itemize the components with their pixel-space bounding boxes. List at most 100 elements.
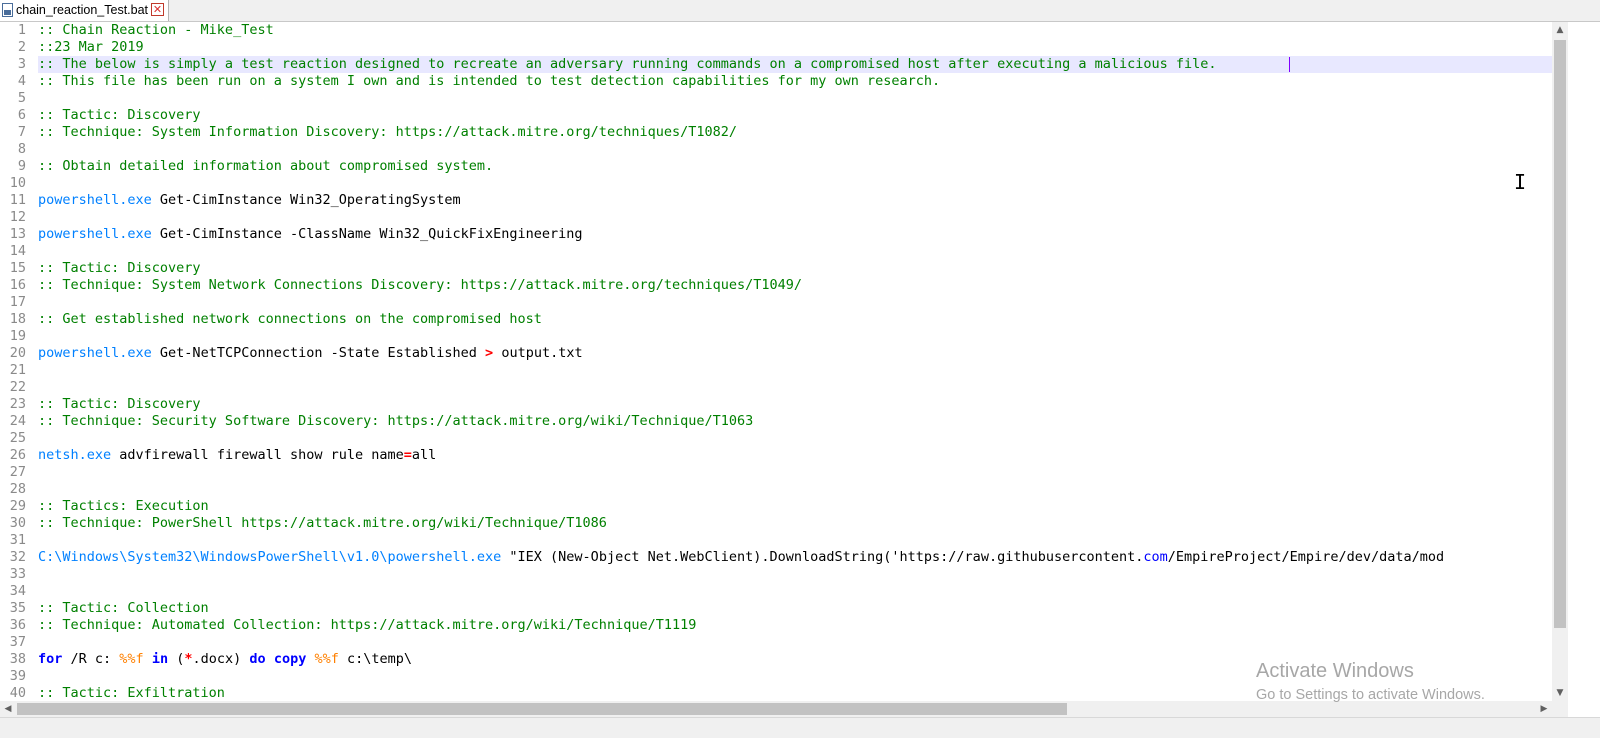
code-token: :: The below is simply a test reaction d… xyxy=(38,56,1217,72)
code-line[interactable] xyxy=(38,566,1552,583)
code-token: :: Get established network connections o… xyxy=(38,311,542,327)
code-line[interactable] xyxy=(38,481,1552,498)
code-line[interactable] xyxy=(38,532,1552,549)
code-line[interactable]: powershell.exe Get-CimInstance Win32_Ope… xyxy=(38,192,1552,209)
line-number: 6 xyxy=(17,107,26,123)
code-token: "IEX (New-Object Net.WebClient).Download… xyxy=(501,549,1144,565)
code-token: :: Tactic: Discovery xyxy=(38,260,201,276)
code-token: Get-CimInstance -ClassName Win32_QuickFi… xyxy=(151,226,583,242)
code-token: in xyxy=(151,651,169,667)
line-number: 27 xyxy=(9,464,26,480)
line-number: 16 xyxy=(9,277,26,293)
line-number: 20 xyxy=(9,345,26,361)
line-number: 3 xyxy=(17,56,26,72)
code-token: powershell.exe xyxy=(38,226,152,242)
code-token: do xyxy=(249,651,266,667)
code-line[interactable]: C:\Windows\System32\WindowsPowerShell\v1… xyxy=(38,549,1552,566)
code-line[interactable] xyxy=(38,243,1552,260)
close-tab-icon[interactable]: ✕ xyxy=(151,3,164,16)
line-number: 12 xyxy=(9,209,26,225)
code-line[interactable]: :: Technique: Automated Collection: http… xyxy=(38,617,1552,634)
code-token: :: Technique: Automated Collection: http… xyxy=(38,617,697,633)
code-line[interactable] xyxy=(38,634,1552,651)
watermark-title: Activate Windows xyxy=(1256,660,1414,682)
code-line[interactable] xyxy=(38,175,1552,192)
code-line[interactable]: powershell.exe Get-CimInstance -ClassNam… xyxy=(38,226,1552,243)
line-number: 1 xyxy=(17,22,26,38)
code-line[interactable]: :: Tactic: Discovery xyxy=(38,396,1552,413)
code-token: %%f xyxy=(119,651,144,667)
line-number: 29 xyxy=(9,498,26,514)
code-line[interactable] xyxy=(38,294,1552,311)
scroll-up-arrow-icon[interactable]: ▲ xyxy=(1552,22,1568,38)
tab-file[interactable]: chain_reaction_Test.bat ✕ xyxy=(0,0,169,21)
code-line[interactable]: :: Technique: System Network Connections… xyxy=(38,277,1552,294)
scroll-right-arrow-icon[interactable]: ▶ xyxy=(1536,701,1552,717)
code-line[interactable] xyxy=(38,583,1552,600)
line-number: 4 xyxy=(17,73,26,89)
code-editor[interactable]: 1 2 3 4 5 6 7 8 9 10 11 12 13 14 15 16 17 18 19 20 21 22 23 24 2… xyxy=(0,22,1552,701)
line-number: 9 xyxy=(17,158,26,174)
code-line[interactable] xyxy=(38,90,1552,107)
watermark-subtitle: Go to Settings to activate Windows. xyxy=(1256,687,1485,703)
code-token: Get-NetTCPConnection -State Established xyxy=(151,345,486,361)
code-token: :: Tactic: Discovery xyxy=(38,107,201,123)
line-number: 23 xyxy=(9,396,26,412)
code-token: :: This file has been run on a system I … xyxy=(38,73,941,89)
line-number: 30 xyxy=(9,515,26,531)
code-line[interactable]: :: The below is simply a test reaction d… xyxy=(38,56,1552,73)
code-line[interactable]: :: Tactics: Execution xyxy=(38,498,1552,515)
code-line[interactable] xyxy=(38,379,1552,396)
line-number: 18 xyxy=(9,311,26,327)
code-line[interactable]: :: Tactic: Discovery xyxy=(38,107,1552,124)
code-token: c:\temp\ xyxy=(338,651,413,667)
code-line[interactable]: netsh.exe advfirewall firewall show rule… xyxy=(38,447,1552,464)
code-line[interactable]: powershell.exe Get-NetTCPConnection -Sta… xyxy=(38,345,1552,362)
vertical-scrollbar[interactable]: ▲ ▼ xyxy=(1552,22,1568,701)
line-number: 34 xyxy=(9,583,26,599)
code-line[interactable] xyxy=(38,464,1552,481)
code-line[interactable]: :: Get established network connections o… xyxy=(38,311,1552,328)
code-token: :: Obtain detailed information about com… xyxy=(38,158,494,174)
code-token: powershell.exe xyxy=(38,192,152,208)
code-token: :: Tactic: Exfiltration xyxy=(38,685,225,701)
code-line[interactable]: :: Tactic: Collection xyxy=(38,600,1552,617)
code-line[interactable]: :: Technique: PowerShell https://attack.… xyxy=(38,515,1552,532)
line-number: 28 xyxy=(9,481,26,497)
code-token: :: Technique: System Network Connections… xyxy=(38,277,803,293)
code-line[interactable] xyxy=(38,209,1552,226)
activate-windows-watermark: Activate Windows Go to Settings to activ… xyxy=(1256,658,1485,706)
code-line[interactable] xyxy=(38,328,1552,345)
code-line[interactable]: :: Technique: System Information Discove… xyxy=(38,124,1552,141)
line-number-gutter: 1 2 3 4 5 6 7 8 9 10 11 12 13 14 15 16 17 18 19 20 21 22 23 24 2… xyxy=(0,22,30,701)
code-token: :: Technique: System Information Discove… xyxy=(38,124,737,140)
vertical-scroll-thumb[interactable] xyxy=(1554,40,1566,628)
line-number: 40 xyxy=(9,685,26,701)
scroll-down-arrow-icon[interactable]: ▼ xyxy=(1552,685,1568,701)
scroll-left-arrow-icon[interactable]: ◀ xyxy=(0,701,16,717)
code-token: C:\Windows\System32\WindowsPowerShell\v1… xyxy=(38,549,502,565)
code-token: copy xyxy=(273,651,307,667)
code-line[interactable] xyxy=(38,141,1552,158)
line-number: 10 xyxy=(9,175,26,191)
code-line[interactable] xyxy=(38,362,1552,379)
line-number: 15 xyxy=(9,260,26,276)
code-token: for xyxy=(38,651,63,667)
code-token: ::23 Mar 2019 xyxy=(38,39,144,55)
code-line[interactable]: :: Chain Reaction - Mike_Test xyxy=(38,22,1552,39)
code-line[interactable]: ::23 Mar 2019 xyxy=(38,39,1552,56)
code-token: all xyxy=(411,447,437,463)
code-line[interactable]: :: This file has been run on a system I … xyxy=(38,73,1552,90)
code-token: advfirewall firewall show rule name xyxy=(111,447,404,463)
code-line[interactable] xyxy=(38,430,1552,447)
code-token: /EmpireProject/Empire/dev/data/mod xyxy=(1167,549,1445,565)
code-token: = xyxy=(403,447,412,463)
horizontal-scroll-thumb[interactable] xyxy=(17,703,1067,715)
line-number: 24 xyxy=(9,413,26,429)
code-line[interactable]: :: Technique: Security Software Discover… xyxy=(38,413,1552,430)
code-area[interactable]: :: Chain Reaction - Mike_Test::23 Mar 20… xyxy=(38,22,1552,701)
code-line[interactable]: :: Obtain detailed information about com… xyxy=(38,158,1552,175)
line-number: 39 xyxy=(9,668,26,684)
code-line[interactable]: :: Tactic: Discovery xyxy=(38,260,1552,277)
